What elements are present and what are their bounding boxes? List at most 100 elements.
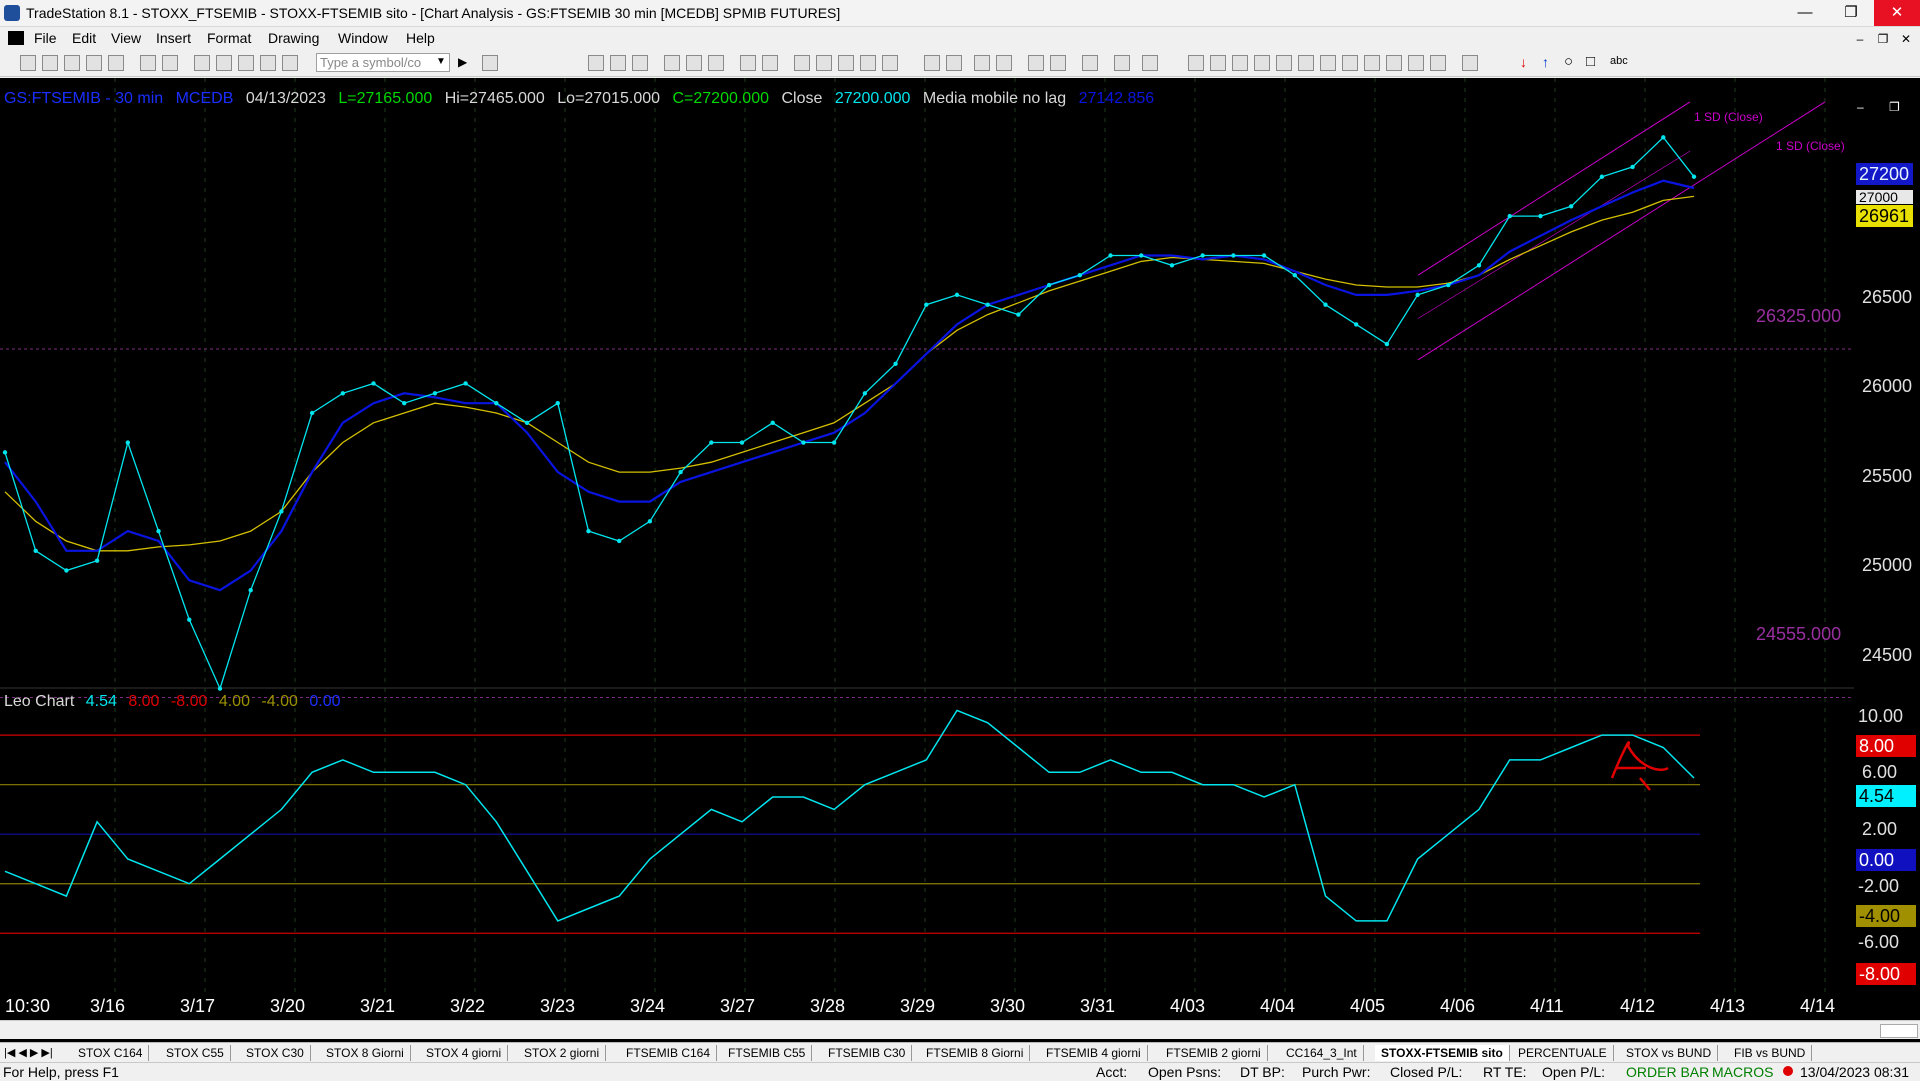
open-workspace-icon[interactable]	[86, 55, 102, 71]
fib-retracement-icon[interactable]	[1232, 55, 1248, 71]
tab-item[interactable]: FTSEMIB C55	[722, 1045, 813, 1061]
chart-canvas[interactable]	[0, 78, 1920, 1018]
arc-icon[interactable]	[1254, 55, 1270, 71]
symbol-lookup-icon[interactable]	[482, 55, 498, 71]
expand-bars-icon[interactable]	[924, 55, 940, 71]
radar-screen-icon[interactable]	[686, 55, 702, 71]
lock-icon[interactable]	[238, 55, 254, 71]
ellipse-icon[interactable]: ○	[1564, 53, 1573, 70]
tab-item[interactable]: STOX C55	[160, 1045, 231, 1061]
menu-view[interactable]: View	[111, 30, 141, 46]
horizontal-scrollbar[interactable]	[0, 1020, 1920, 1039]
tab-item[interactable]: STOX 8 Giorni	[320, 1045, 411, 1061]
line-chart-icon[interactable]	[860, 55, 876, 71]
tab-item[interactable]: FIB vs BUND	[1728, 1045, 1813, 1061]
menu-window[interactable]: Window	[338, 30, 388, 46]
bar-chart-icon[interactable]	[838, 55, 854, 71]
horizontal-arrow-icon[interactable]	[1342, 55, 1358, 71]
table-view-icon[interactable]	[610, 55, 626, 71]
grid-view-icon[interactable]	[588, 55, 604, 71]
copy-icon[interactable]	[216, 55, 232, 71]
tab-item[interactable]: STOX 4 giorni	[420, 1045, 509, 1061]
chart-window-icon[interactable]	[8, 31, 24, 45]
chart-analysis-icon[interactable]	[664, 55, 680, 71]
macros-button[interactable]: MACROS	[1712, 1064, 1773, 1080]
horizontal-line-icon[interactable]	[1210, 55, 1226, 71]
trendline-icon[interactable]	[1188, 55, 1204, 71]
up-arrow-icon[interactable]: ↑	[1542, 54, 1549, 70]
crosshair-icon[interactable]	[1050, 55, 1066, 71]
order-bar-button[interactable]: ORDER BAR	[1626, 1064, 1709, 1080]
new-file-icon[interactable]	[20, 55, 36, 71]
mdi-restore-button[interactable]: ❐	[1873, 30, 1893, 48]
scanner-icon[interactable]	[762, 55, 778, 71]
cut-icon[interactable]	[194, 55, 210, 71]
text-tool-icon[interactable]: abc	[1610, 55, 1628, 67]
speed-lines-icon[interactable]	[1320, 55, 1336, 71]
tab-item[interactable]: FTSEMIB C30	[822, 1045, 913, 1061]
mdi-minimize-button[interactable]: –	[1850, 30, 1870, 48]
tab-item[interactable]: FTSEMIB C164	[620, 1045, 718, 1061]
menu-file[interactable]: File	[34, 30, 57, 46]
pointer-icon[interactable]	[1028, 55, 1044, 71]
chart-mdi-minimize[interactable]: –	[1857, 100, 1864, 114]
tab-item[interactable]: FTSEMIB 8 Giorni	[920, 1045, 1031, 1061]
tab-item[interactable]: FTSEMIB 4 giorni	[1040, 1045, 1148, 1061]
menu-edit[interactable]: Edit	[72, 30, 96, 46]
compress-bars-icon[interactable]	[946, 55, 962, 71]
tab-item[interactable]: STOX 2 giorni	[518, 1045, 607, 1061]
date-label: 4/06	[1440, 996, 1476, 1016]
symbol-input[interactable]: Type a symbol/co	[316, 53, 450, 72]
tab-item[interactable]: STOX C164	[72, 1045, 150, 1061]
tab-item[interactable]: STOX vs BUND	[1620, 1045, 1719, 1061]
tab-first-icon[interactable]: |◀ ◀ ▶ ▶|	[4, 1046, 53, 1059]
level-label-lower: 24555.000	[1756, 624, 1842, 644]
gann-fan-icon[interactable]	[1276, 55, 1292, 71]
play-arrow-icon[interactable]: ▶	[458, 55, 467, 69]
maximize-button[interactable]: ❐	[1828, 0, 1874, 26]
pencil-icon[interactable]	[1430, 55, 1446, 71]
tradestation-app-icon[interactable]	[4, 5, 20, 21]
tab-item[interactable]: STOX C30	[240, 1045, 311, 1061]
print-preview-icon[interactable]	[162, 55, 178, 71]
rectangle-icon[interactable]: □	[1586, 53, 1595, 70]
insert-strategy-icon[interactable]	[816, 55, 832, 71]
save-icon[interactable]	[108, 55, 124, 71]
down-arrow-icon[interactable]: ↓	[1520, 54, 1527, 70]
tab-item-active[interactable]: STOXX-FTSEMIB sito	[1375, 1045, 1510, 1061]
sheet-icon[interactable]	[632, 55, 648, 71]
globe-icon[interactable]	[282, 55, 298, 71]
chart-mdi-restore[interactable]: ❐	[1889, 100, 1900, 114]
chart-high: Hi=27465.000	[444, 90, 545, 107]
options-icon[interactable]	[740, 55, 756, 71]
cycle-lines-icon[interactable]	[1408, 55, 1424, 71]
mdi-close-button[interactable]: ✕	[1896, 30, 1916, 48]
data-window-icon[interactable]	[1142, 55, 1158, 71]
menu-drawing[interactable]: Drawing	[268, 30, 319, 46]
tab-item[interactable]: CC164_3_Int	[1280, 1045, 1364, 1061]
arrow-line-icon[interactable]	[1462, 55, 1478, 71]
scroll-thumb[interactable]	[1880, 1024, 1918, 1038]
chevron-down-icon[interactable]: ▼	[436, 56, 446, 67]
regression-channel-icon[interactable]	[1364, 55, 1380, 71]
zoom-in-icon[interactable]	[974, 55, 990, 71]
insert-study-icon[interactable]	[794, 55, 810, 71]
close-button[interactable]: ✕	[1874, 0, 1920, 26]
tab-item[interactable]: PERCENTUALE	[1512, 1045, 1614, 1061]
tab-item[interactable]: FTSEMIB 2 giorni	[1160, 1045, 1268, 1061]
menu-format[interactable]: Format	[207, 30, 251, 46]
snap-icon[interactable]	[1114, 55, 1130, 71]
andrews-pitchfork-icon[interactable]	[1386, 55, 1402, 71]
new-workspace-icon[interactable]	[64, 55, 80, 71]
print-icon[interactable]	[140, 55, 156, 71]
zoom-out-icon[interactable]	[996, 55, 1012, 71]
paste-icon[interactable]	[260, 55, 276, 71]
scroll-icon[interactable]	[882, 55, 898, 71]
minimize-button[interactable]: —	[1782, 0, 1828, 26]
open-folder-icon[interactable]	[42, 55, 58, 71]
menu-help[interactable]: Help	[406, 30, 435, 46]
menu-insert[interactable]: Insert	[156, 30, 191, 46]
matrix-icon[interactable]	[708, 55, 724, 71]
hammer-icon[interactable]	[1082, 55, 1098, 71]
vertical-lines-icon[interactable]	[1298, 55, 1314, 71]
